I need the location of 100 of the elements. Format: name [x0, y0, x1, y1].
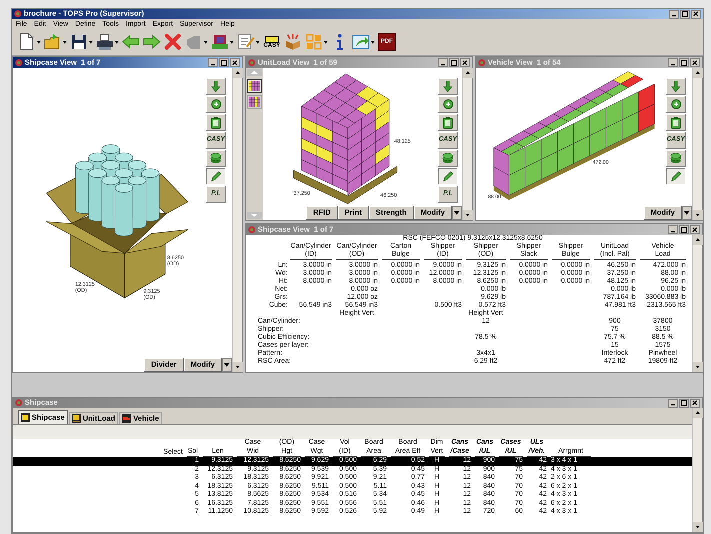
dropdown-button[interactable] — [222, 358, 232, 372]
box-icon — [265, 36, 279, 42]
maximize-button[interactable] — [679, 398, 689, 408]
pencil-icon — [670, 171, 682, 182]
layers-icon — [670, 153, 682, 164]
maximize-button[interactable] — [219, 58, 229, 67]
delete-icon — [164, 33, 182, 51]
box-icon — [21, 413, 30, 422]
maximize-icon — [220, 58, 228, 66]
toolbar-button[interactable] — [18, 31, 41, 53]
scroll-up-icon[interactable] — [463, 68, 473, 78]
close-icon — [461, 58, 469, 66]
caret-icon — [89, 40, 93, 44]
scroll-up-icon[interactable] — [693, 408, 703, 418]
app-icon — [15, 58, 23, 66]
close-icon — [691, 58, 699, 66]
close-button[interactable] — [690, 58, 700, 67]
app-icon — [248, 58, 256, 66]
scrollbar[interactable] — [692, 235, 702, 372]
caret-icon — [371, 40, 375, 44]
tool-button[interactable] — [206, 168, 226, 185]
truck-icon — [122, 414, 132, 423]
pattern-thumbnail[interactable] — [247, 95, 262, 109]
dropdown-button[interactable] — [452, 206, 462, 220]
down-arrow-icon — [671, 81, 681, 92]
zoom-icon — [210, 99, 222, 110]
down-arrow-icon — [211, 81, 221, 92]
zoom-icon — [670, 99, 682, 110]
dropdown-button[interactable] — [682, 206, 692, 220]
save-icon — [70, 33, 88, 51]
caret-icon — [224, 363, 230, 367]
zoom-icon — [442, 99, 454, 110]
tool-button[interactable] — [666, 168, 686, 185]
scrollbar[interactable] — [232, 68, 242, 372]
close-button[interactable] — [460, 58, 470, 67]
close-button[interactable] — [690, 225, 700, 234]
shape-icon — [185, 33, 203, 51]
caret-icon — [454, 211, 460, 215]
scroll-down-icon[interactable] — [233, 362, 243, 372]
maximize-button[interactable] — [679, 58, 689, 67]
caret-icon — [115, 40, 119, 44]
caret-icon — [256, 40, 260, 44]
scroll-down-icon[interactable] — [693, 210, 703, 220]
pencil-icon — [210, 171, 222, 182]
app-icon — [14, 10, 22, 18]
grid-icon — [305, 33, 323, 51]
folder-icon — [44, 33, 62, 51]
pattern-thumbnail[interactable] — [247, 79, 262, 93]
close-icon — [231, 58, 239, 66]
maximize-icon — [680, 226, 688, 234]
right-arrow-icon — [143, 33, 161, 51]
export-icon — [352, 33, 370, 51]
new-document-icon — [18, 33, 36, 51]
minimize-button[interactable] — [438, 58, 448, 67]
notepad-icon — [237, 33, 255, 51]
blocks-icon — [211, 33, 229, 51]
clipboard-icon — [443, 116, 453, 128]
scrollbar[interactable] — [462, 68, 472, 220]
box-icon — [284, 33, 302, 51]
scroll-up-icon[interactable] — [693, 68, 703, 78]
close-button[interactable] — [230, 58, 240, 67]
pallet-icon — [72, 414, 81, 423]
clipboard-icon — [671, 116, 681, 128]
maximize-button[interactable] — [679, 225, 689, 234]
scroll-down-icon[interactable] — [693, 522, 703, 532]
layers-icon — [210, 153, 222, 164]
clipboard-icon — [211, 116, 221, 128]
minimize-button[interactable] — [208, 58, 218, 67]
maximize-icon — [680, 399, 688, 407]
close-button[interactable] — [691, 10, 701, 18]
app-icon — [478, 58, 486, 66]
scroll-down-icon[interactable] — [693, 362, 703, 372]
close-button[interactable] — [690, 398, 700, 408]
maximize-button[interactable] — [680, 10, 690, 18]
maximize-icon — [681, 10, 689, 18]
caret-icon — [37, 40, 41, 44]
app-icon — [248, 226, 256, 234]
scroll-up-icon[interactable] — [233, 68, 243, 78]
minimize-button[interactable] — [669, 10, 679, 18]
minimize-button[interactable] — [668, 398, 678, 408]
down-arrow-icon — [443, 81, 453, 92]
minimize-button[interactable] — [668, 225, 678, 234]
print-icon — [96, 33, 114, 51]
close-icon — [691, 226, 699, 234]
close-icon — [692, 10, 700, 18]
caret-icon — [230, 40, 234, 44]
scrollbar[interactable] — [692, 408, 702, 532]
tool-button[interactable] — [438, 168, 458, 185]
maximize-button[interactable] — [449, 58, 459, 67]
app-icon — [15, 399, 23, 407]
minimize-button[interactable] — [668, 58, 678, 67]
scroll-down-icon[interactable] — [463, 210, 473, 220]
scrollbar[interactable] — [692, 68, 702, 220]
caret-icon — [204, 40, 208, 44]
pencil-icon — [442, 171, 454, 182]
maximize-icon — [680, 58, 688, 66]
scroll-up-icon[interactable] — [693, 235, 703, 245]
layers-icon — [442, 153, 454, 164]
maximize-icon — [450, 58, 458, 66]
close-icon — [691, 399, 699, 407]
